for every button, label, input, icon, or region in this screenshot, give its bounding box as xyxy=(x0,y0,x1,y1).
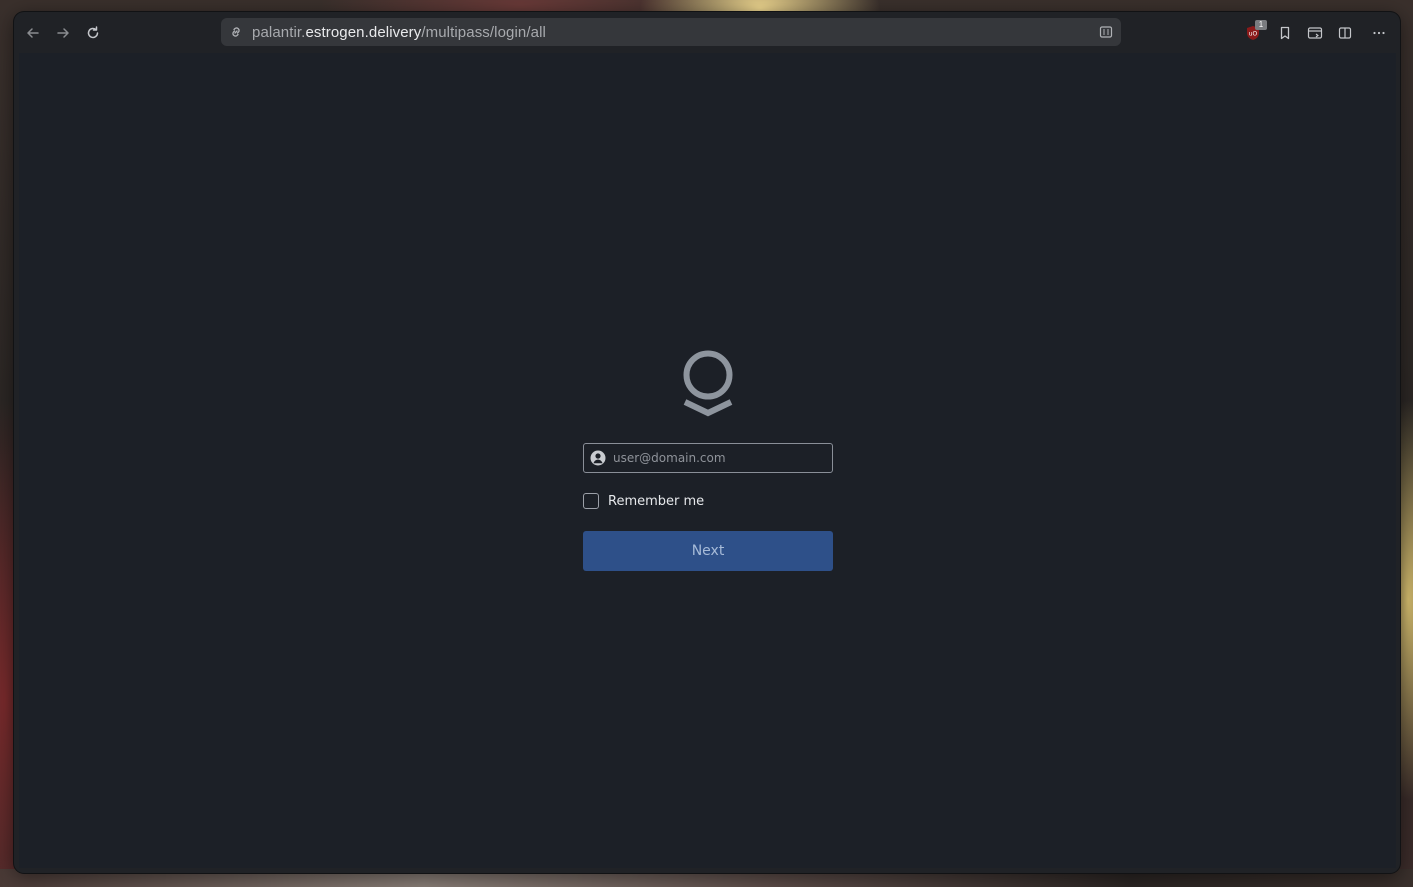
next-button[interactable]: Next xyxy=(583,531,833,571)
remember-me-row[interactable]: Remember me xyxy=(583,492,704,510)
palantir-logo-icon xyxy=(683,350,733,417)
reload-button[interactable] xyxy=(80,20,106,46)
bookmark-button[interactable] xyxy=(1274,22,1296,44)
svg-text:uO: uO xyxy=(1249,31,1258,38)
remember-me-checkbox[interactable] xyxy=(583,493,599,509)
tab-switch-icon xyxy=(1307,27,1323,39)
ublock-badge: 1 xyxy=(1255,20,1267,30)
user-icon xyxy=(590,450,606,466)
url-domain: estrogen.delivery xyxy=(305,24,422,41)
bookmark-icon xyxy=(1280,26,1290,40)
url-prefix: palantir. xyxy=(252,24,306,41)
tab-switch-button[interactable] xyxy=(1304,22,1326,44)
page-viewport: Remember me Next xyxy=(19,53,1396,868)
browser-window: palantir.estrogen.delivery/multipass/log… xyxy=(14,12,1400,873)
forward-icon xyxy=(57,28,69,38)
reload-icon xyxy=(87,26,99,39)
more-icon xyxy=(1373,31,1385,35)
forward-button[interactable] xyxy=(50,20,76,46)
address-bar[interactable]: palantir.estrogen.delivery/multipass/log… xyxy=(221,18,1121,46)
url-path: /multipass/login/all xyxy=(421,24,546,41)
url-text: palantir.estrogen.delivery/multipass/log… xyxy=(252,24,546,41)
sidebar-toggle-button[interactable] xyxy=(1334,22,1356,44)
remember-me-label[interactable]: Remember me xyxy=(608,494,704,509)
email-input[interactable] xyxy=(613,444,823,472)
back-button[interactable] xyxy=(20,20,46,46)
email-field[interactable] xyxy=(583,443,833,473)
link-icon xyxy=(232,27,240,37)
browser-toolbar: palantir.estrogen.delivery/multipass/log… xyxy=(14,12,1400,54)
reader-mode-icon[interactable] xyxy=(1099,25,1113,39)
menu-button[interactable] xyxy=(1368,22,1390,44)
back-icon xyxy=(27,28,39,38)
sidebar-icon xyxy=(1338,27,1352,39)
